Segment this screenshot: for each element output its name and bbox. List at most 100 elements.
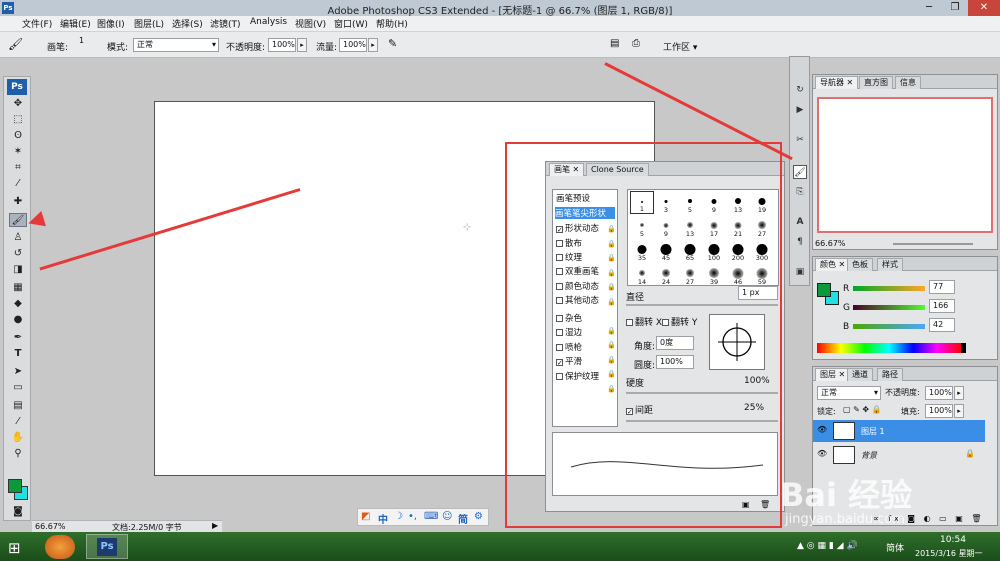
layer-name[interactable]: 图层 1 — [861, 426, 885, 437]
r-slider[interactable] — [853, 286, 925, 291]
brush-size[interactable]: 1 — [79, 36, 84, 45]
navigator-zoom[interactable]: 66.67% — [815, 239, 846, 248]
layer-opacity-arrow[interactable]: ▸ — [954, 386, 964, 400]
menu-window[interactable]: 窗口(W) — [334, 17, 368, 30]
menu-edit[interactable]: 编辑(E) — [60, 17, 91, 30]
status-menu-arrow[interactable]: ▶ — [212, 521, 218, 530]
tab-color[interactable]: 颜色 ✕ — [815, 258, 851, 271]
path-select-tool-icon[interactable]: ➤ — [9, 365, 27, 379]
tab-navigator[interactable]: 导航器 ✕ — [815, 76, 859, 89]
menu-filter[interactable]: 滤镜(T) — [210, 17, 241, 30]
ime-simplified[interactable]: 简 — [458, 511, 468, 526]
blur-tool-icon[interactable]: ◆ — [9, 297, 27, 311]
tab-layers[interactable]: 图层 ✕ — [815, 368, 851, 381]
actions-icon[interactable]: ▶ — [793, 103, 807, 117]
gear-icon[interactable]: ⚙ — [474, 511, 483, 522]
eraser-tool-icon[interactable]: ◨ — [9, 263, 27, 277]
color-fg-swatch[interactable] — [817, 283, 831, 297]
lasso-tool-icon[interactable]: ʘ — [9, 129, 27, 143]
character-icon[interactable]: A — [793, 215, 807, 229]
menu-layer[interactable]: 图层(L) — [134, 17, 164, 30]
browser-icon[interactable] — [45, 535, 75, 559]
stamp-tool-icon[interactable]: ♙ — [9, 231, 27, 245]
type-tool-icon[interactable]: T — [9, 347, 27, 361]
blend-mode-select[interactable]: 正常 ▾ — [817, 386, 881, 400]
fill-field[interactable]: 100% — [925, 404, 953, 418]
gradient-tool-icon[interactable]: ▦ — [9, 281, 27, 295]
navigator-zoom-slider[interactable] — [893, 243, 973, 245]
paragraph-icon[interactable]: ¶ — [793, 235, 807, 249]
g-slider[interactable] — [853, 305, 925, 310]
layer-opacity-field[interactable]: 100% — [925, 386, 953, 400]
lang-indicator[interactable]: 简体 — [886, 541, 904, 554]
layer-comps-icon[interactable]: ▣ — [793, 265, 807, 279]
eyedropper2-tool-icon[interactable]: ⁄ — [9, 415, 27, 429]
tool-presets-icon[interactable]: ✂ — [793, 133, 807, 147]
brushes-panel-icon[interactable]: 🖌 — [793, 165, 807, 179]
menu-image[interactable]: 图像(I) — [97, 17, 125, 30]
keyboard-icon[interactable]: ⌨ — [424, 511, 438, 522]
color-ramp-black[interactable] — [961, 343, 966, 353]
zoom-readout[interactable]: 66.67% — [35, 522, 66, 531]
tab-swatches[interactable]: 色板 — [847, 258, 873, 271]
tab-histogram[interactable]: 直方图 — [859, 76, 893, 89]
windows-start-icon[interactable]: ⊞ — [8, 539, 21, 557]
foreground-color-swatch[interactable] — [8, 479, 22, 493]
flow-arrow[interactable]: ▸ — [368, 38, 378, 52]
clone-source-icon[interactable]: ⎘ — [793, 185, 807, 199]
user-icon[interactable]: ☺ — [442, 511, 452, 522]
color-ramp[interactable] — [817, 343, 961, 353]
b-slider[interactable] — [853, 324, 925, 329]
opacity-field[interactable]: 100% — [268, 38, 296, 52]
zoom-tool-icon[interactable]: ⚲ — [9, 447, 27, 461]
history-icon[interactable]: ↻ — [793, 83, 807, 97]
fill-arrow[interactable]: ▸ — [954, 404, 964, 418]
brush-tool-icon[interactable]: 🖌 — [9, 213, 27, 227]
crop-tool-icon[interactable]: ⌗ — [9, 161, 27, 175]
bridge-icon[interactable]: ⎙ — [632, 38, 640, 49]
clock-date[interactable]: 2015/3/16 星期一 — [915, 548, 983, 559]
brush-tool-icon[interactable]: 🖌 — [8, 37, 23, 51]
marquee-tool-icon[interactable]: ⬚ — [9, 113, 27, 127]
eye-icon[interactable]: 👁 — [817, 449, 827, 458]
tray-icons[interactable]: ▲ ◎ ▦ ▮ ◢ 🔊 — [797, 541, 858, 551]
layer-name[interactable]: 背景 — [861, 450, 877, 461]
layer-row[interactable]: 👁 图层 1 — [813, 420, 985, 442]
photoshop-taskbar-item[interactable]: Ps — [86, 534, 128, 559]
minimize-icon[interactable]: ─ — [916, 0, 942, 16]
notes-tool-icon[interactable]: ▤ — [9, 399, 27, 413]
menu-file[interactable]: 文件(F) — [22, 17, 52, 30]
hand-tool-icon[interactable]: ✋ — [9, 431, 27, 445]
quick-mask-icon[interactable]: ◙ — [9, 505, 27, 519]
ime-mode[interactable]: 中 — [378, 511, 388, 526]
layer-row[interactable]: 👁 背景 🔒 — [813, 444, 985, 466]
menu-analysis[interactable]: Analysis — [250, 17, 287, 27]
menu-view[interactable]: 视图(V) — [295, 17, 326, 30]
healing-tool-icon[interactable]: ✚ — [9, 195, 27, 209]
menu-select[interactable]: 选择(S) — [172, 17, 203, 30]
airbrush-icon[interactable]: ✎ — [388, 37, 397, 50]
mode-select[interactable]: 正常 ▾ — [133, 38, 219, 52]
palette-icon[interactable]: ▤ — [610, 38, 619, 49]
eye-icon[interactable]: 👁 — [817, 425, 827, 434]
ime-bar[interactable]: ◩ 中 ☽ •, ⌨ ☺ 简 ⚙ — [357, 508, 489, 526]
workspace-menu[interactable]: 工作区 ▾ — [663, 40, 697, 53]
g-field[interactable]: 166 — [929, 299, 955, 313]
tab-info[interactable]: 信息 — [895, 76, 921, 89]
opacity-arrow[interactable]: ▸ — [297, 38, 307, 52]
dodge-tool-icon[interactable]: ● — [9, 313, 27, 327]
punct-icon[interactable]: •, — [408, 511, 417, 522]
history-brush-tool-icon[interactable]: ↺ — [9, 247, 27, 261]
shape-tool-icon[interactable]: ▭ — [9, 381, 27, 395]
magic-wand-tool-icon[interactable]: ✶ — [9, 145, 27, 159]
tab-styles[interactable]: 样式 — [877, 258, 903, 271]
pen-tool-icon[interactable]: ✒ — [9, 331, 27, 345]
close-icon[interactable]: ✕ — [968, 0, 1000, 16]
flow-field[interactable]: 100% — [339, 38, 367, 52]
move-tool-icon[interactable]: ✥ — [9, 97, 27, 111]
menu-help[interactable]: 帮助(H) — [376, 17, 408, 30]
r-field[interactable]: 77 — [929, 280, 955, 294]
tab-paths[interactable]: 路径 — [877, 368, 903, 381]
b-field[interactable]: 42 — [929, 318, 955, 332]
moon-icon[interactable]: ☽ — [394, 511, 403, 522]
